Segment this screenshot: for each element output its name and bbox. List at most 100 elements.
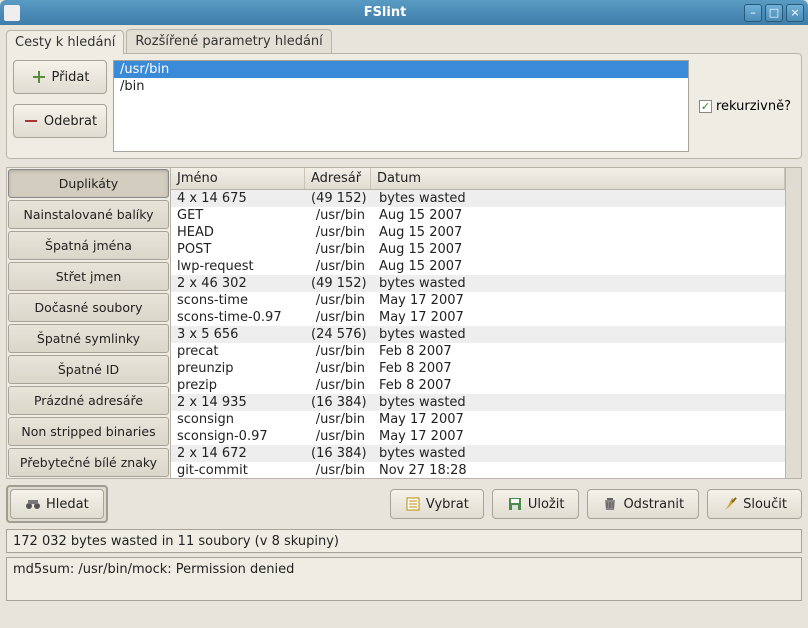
table-row[interactable]: POST/usr/binAug 15 2007 [171, 241, 785, 258]
cell-date: bytes wasted [371, 394, 785, 411]
cell-dir: /usr/bin [305, 258, 371, 275]
sidebar-item-packages[interactable]: Nainstalované balíky [8, 200, 169, 229]
cell-name: scons-time-0.97 [171, 309, 305, 326]
save-button[interactable]: Uložit [492, 489, 580, 519]
table-row[interactable]: scons-time/usr/binMay 17 2007 [171, 292, 785, 309]
sidebar-item-emptydirs[interactable]: Prázdné adresáře [8, 386, 169, 415]
cell-name: sconsign [171, 411, 305, 428]
add-button[interactable]: Přidat [13, 60, 107, 94]
sidebar-item-badids[interactable]: Špatné ID [8, 355, 169, 384]
cell-dir: (49 152) [305, 190, 371, 207]
action-bar: Hledat Vybrat Uložit Odstranit Sloučit [6, 485, 802, 523]
cell-name: preunzip [171, 360, 305, 377]
cell-date: bytes wasted [371, 326, 785, 343]
table-row[interactable]: sconsign-0.97/usr/binMay 17 2007 [171, 428, 785, 445]
sidebar-item-nonstripped[interactable]: Non stripped binaries [8, 417, 169, 446]
path-item[interactable]: /usr/bin [114, 61, 688, 78]
cell-name: scons-time [171, 292, 305, 309]
cell-date: bytes wasted [371, 275, 785, 292]
cell-date: Feb 8 2007 [371, 360, 785, 377]
save-icon [507, 496, 523, 512]
close-button[interactable]: × [786, 4, 804, 22]
tabs: Cesty k hledání Rozšířené parametry hled… [6, 29, 802, 53]
cell-date: Aug 15 2007 [371, 224, 785, 241]
cell-name: prezip [171, 377, 305, 394]
cell-date: Aug 15 2007 [371, 241, 785, 258]
add-label: Přidat [52, 70, 90, 85]
select-label: Vybrat [426, 497, 469, 512]
cell-date: May 17 2007 [371, 428, 785, 445]
table-row[interactable]: prezip/usr/binFeb 8 2007 [171, 377, 785, 394]
table-row[interactable]: precat/usr/binFeb 8 2007 [171, 343, 785, 360]
table-row[interactable]: HEAD/usr/binAug 15 2007 [171, 224, 785, 241]
cell-name: 2 x 14 672 [171, 445, 305, 462]
status-bar: 172 032 bytes wasted in 11 soubory (v 8 … [6, 529, 802, 553]
sidebar-item-tempfiles[interactable]: Dočasné soubory [8, 293, 169, 322]
merge-label: Sloučit [743, 497, 787, 512]
cell-dir: /usr/bin [305, 309, 371, 326]
titlebar: FSlint – □ × [0, 0, 808, 25]
table-row[interactable]: lwp-request/usr/binAug 15 2007 [171, 258, 785, 275]
cell-dir: /usr/bin [305, 292, 371, 309]
app-icon [4, 5, 20, 21]
tab-advanced[interactable]: Rozšířené parametry hledání [126, 29, 331, 53]
path-item[interactable]: /bin [114, 78, 688, 95]
cell-date: Feb 8 2007 [371, 377, 785, 394]
col-date[interactable]: Datum [371, 168, 785, 189]
select-icon [405, 496, 421, 512]
path-list[interactable]: /usr/bin /bin [113, 60, 689, 152]
cell-name: GET [171, 207, 305, 224]
sidebar-item-duplicates[interactable]: Duplikáty [8, 169, 169, 198]
table-row[interactable]: preunzip/usr/binFeb 8 2007 [171, 360, 785, 377]
sidebar-item-badsymlinks[interactable]: Špatné symlinky [8, 324, 169, 353]
col-dir[interactable]: Adresář [305, 168, 371, 189]
cell-date: Aug 15 2007 [371, 258, 785, 275]
table-row[interactable]: 2 x 46 302(49 152)bytes wasted [171, 275, 785, 292]
cell-dir: (16 384) [305, 394, 371, 411]
table-row[interactable]: 4 x 14 675(49 152)bytes wasted [171, 190, 785, 207]
select-button[interactable]: Vybrat [390, 489, 484, 519]
cell-dir: /usr/bin [305, 360, 371, 377]
scrollbar[interactable] [785, 168, 801, 478]
sidebar-item-whitespace[interactable]: Přebytečné bílé znaky [8, 448, 169, 477]
cell-dir: /usr/bin [305, 224, 371, 241]
cell-date: May 17 2007 [371, 309, 785, 326]
search-label: Hledat [46, 497, 89, 512]
table-row[interactable]: sconsign/usr/binMay 17 2007 [171, 411, 785, 428]
search-button[interactable]: Hledat [10, 489, 104, 519]
cell-date: bytes wasted [371, 445, 785, 462]
remove-button[interactable]: Odebrat [13, 104, 107, 138]
tab-paths[interactable]: Cesty k hledání [6, 30, 124, 54]
cell-date: Feb 8 2007 [371, 343, 785, 360]
remove-label: Odebrat [44, 114, 97, 129]
table-row[interactable]: scons-time-0.97/usr/binMay 17 2007 [171, 309, 785, 326]
maximize-button[interactable]: □ [765, 4, 783, 22]
cell-date: Nov 27 18:28 [371, 462, 785, 478]
minimize-button[interactable]: – [744, 4, 762, 22]
table-row[interactable]: 3 x 5 656(24 576)bytes wasted [171, 326, 785, 343]
cell-dir: /usr/bin [305, 377, 371, 394]
trash-icon [602, 496, 618, 512]
table-body[interactable]: 4 x 14 675(49 152)bytes wastedGET/usr/bi… [171, 190, 785, 478]
cell-name: 4 x 14 675 [171, 190, 305, 207]
sidebar-item-badnames[interactable]: Špatná jména [8, 231, 169, 260]
cell-dir: (49 152) [305, 275, 371, 292]
recurse-checkbox[interactable]: ✓ rekurzivně? [695, 99, 795, 114]
cell-dir: /usr/bin [305, 428, 371, 445]
save-label: Uložit [528, 497, 565, 512]
table-row[interactable]: git-commit/usr/binNov 27 18:28 [171, 462, 785, 478]
merge-button[interactable]: Sloučit [707, 489, 802, 519]
results-table: Jméno Adresář Datum 4 x 14 675(49 152)by… [171, 168, 785, 478]
table-row[interactable]: 2 x 14 672(16 384)bytes wasted [171, 445, 785, 462]
paths-panel: Přidat Odebrat /usr/bin /bin ✓ rekurzivn… [6, 53, 802, 159]
delete-label: Odstranit [623, 497, 684, 512]
delete-button[interactable]: Odstranit [587, 489, 699, 519]
col-name[interactable]: Jméno [171, 168, 305, 189]
broom-icon [722, 496, 738, 512]
cell-name: lwp-request [171, 258, 305, 275]
cell-dir: (16 384) [305, 445, 371, 462]
main-area: Duplikáty Nainstalované balíky Špatná jm… [6, 167, 802, 479]
table-row[interactable]: GET/usr/binAug 15 2007 [171, 207, 785, 224]
table-row[interactable]: 2 x 14 935(16 384)bytes wasted [171, 394, 785, 411]
sidebar-item-nameclash[interactable]: Střet jmen [8, 262, 169, 291]
